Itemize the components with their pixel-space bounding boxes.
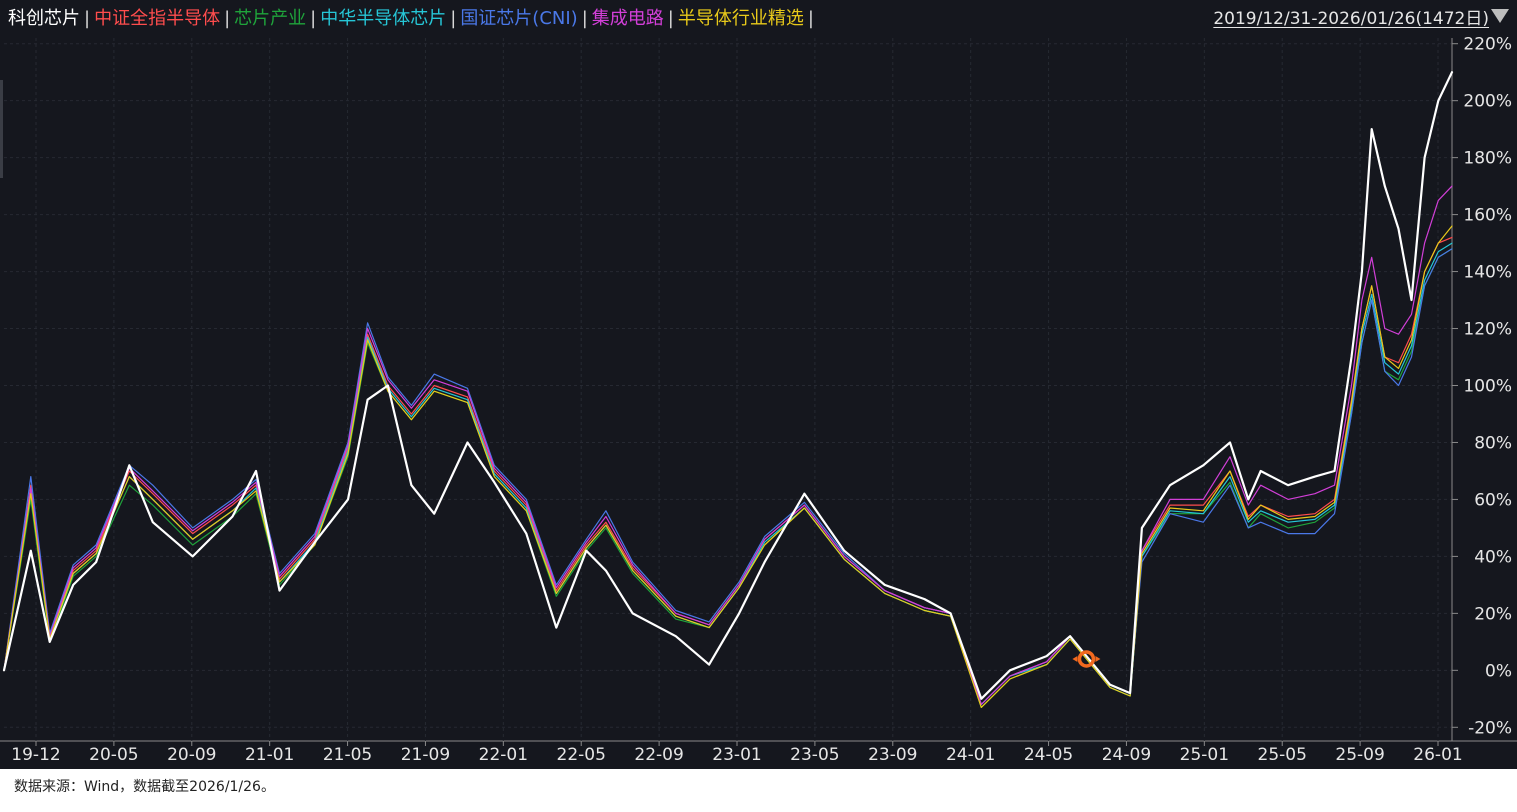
y-tick-label: 160% xyxy=(1463,206,1512,226)
series-line-5 xyxy=(3,185,1453,706)
x-tick-label: 23-09 xyxy=(868,745,917,765)
x-tick-label: 24-01 xyxy=(946,745,995,765)
x-tick-label: 24-09 xyxy=(1102,745,1151,765)
source-note: 数据来源：Wind，数据截至2026/1/26。 xyxy=(14,779,275,795)
y-tick-label: 20% xyxy=(1474,604,1512,624)
series-line-4 xyxy=(3,248,1453,706)
x-tick-label: 26-01 xyxy=(1413,745,1462,765)
series-line-2 xyxy=(3,248,1453,709)
x-tick-label: 25-05 xyxy=(1258,745,1307,765)
y-tick-label: -20% xyxy=(1468,718,1512,738)
x-tick-label: 23-05 xyxy=(790,745,839,765)
series-line-6 xyxy=(3,225,1453,709)
x-tick-label: 24-05 xyxy=(1024,745,1073,765)
x-tick-label: 22-05 xyxy=(557,745,606,765)
y-tick-label: 0% xyxy=(1485,661,1512,681)
x-tick-label: 25-01 xyxy=(1180,745,1229,765)
x-tick-label: 25-09 xyxy=(1335,745,1384,765)
x-tick-label: 23-01 xyxy=(712,745,761,765)
line-chart: 220% 200% 180% 160% 140% 120% 100% 80% 60% 40% 20%… xyxy=(0,35,1517,765)
x-tick-label: 19-12 xyxy=(11,745,60,765)
x-tick-label: 21-09 xyxy=(401,745,450,765)
x-tick-label: 21-01 xyxy=(245,745,294,765)
y-tick-label: 120% xyxy=(1463,320,1512,340)
x-tick-label: 20-05 xyxy=(89,745,138,765)
series-line-3 xyxy=(3,242,1453,706)
y-tick-label: 200% xyxy=(1463,92,1512,112)
y-tick-label: 40% xyxy=(1474,547,1512,567)
y-tick-label: 140% xyxy=(1463,263,1512,283)
x-tick-label: 22-01 xyxy=(479,745,528,765)
y-tick-label: 180% xyxy=(1463,149,1512,169)
y-tick-label: 100% xyxy=(1463,377,1512,397)
y-tick-label: 60% xyxy=(1474,490,1512,510)
y-tick-label: 80% xyxy=(1474,433,1512,453)
y-tick-label: 220% xyxy=(1463,35,1512,55)
x-tick-label: 22-09 xyxy=(634,745,683,765)
x-tick-label: 21-05 xyxy=(323,745,372,765)
x-tick-label: 20-09 xyxy=(167,745,216,765)
